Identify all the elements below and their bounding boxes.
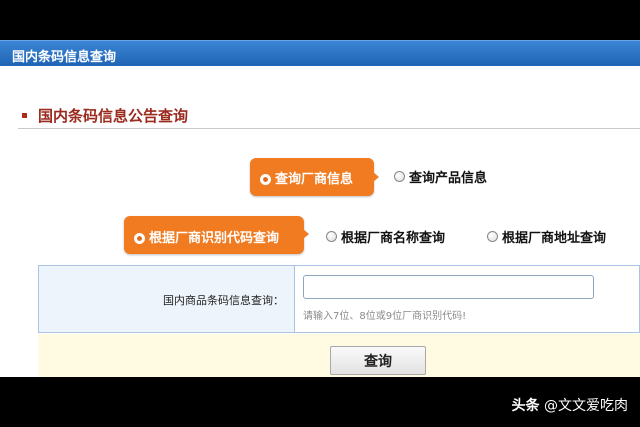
heading-divider xyxy=(18,128,640,129)
watermark: 头条 @文文爱吃肉 xyxy=(512,395,628,415)
radio-query-company[interactable]: 查询厂商信息 xyxy=(250,158,379,196)
button-area: 查询 xyxy=(38,334,640,377)
section-heading: 国内条码信息公告查询 xyxy=(0,104,640,134)
radio-by-address[interactable]: 根据厂商地址查询 xyxy=(487,226,606,246)
form-label-cell: 国内商品条码信息查询： xyxy=(39,266,295,332)
radio-checked-icon[interactable] xyxy=(260,174,271,185)
radio-checked-icon[interactable] xyxy=(134,233,145,244)
section-heading-text: 国内条码信息公告查询 xyxy=(38,107,189,125)
radio-by-name-label: 根据厂商名称查询 xyxy=(341,231,446,246)
screenshot-stage: 国内条码信息查询 国内条码信息公告查询 查询厂商信息 查询产品信息 根据厂商识别… xyxy=(0,0,640,427)
radio-unchecked-icon[interactable] xyxy=(394,171,405,182)
query-button[interactable]: 查询 xyxy=(330,346,426,375)
radio-unchecked-icon[interactable] xyxy=(326,231,337,242)
radio-query-product[interactable]: 查询产品信息 xyxy=(394,166,487,186)
radio-by-name[interactable]: 根据厂商名称查询 xyxy=(326,226,445,246)
radio-query-product-label: 查询产品信息 xyxy=(409,171,488,186)
radio-unchecked-icon[interactable] xyxy=(487,231,498,242)
watermark-brand: 头条 xyxy=(511,398,540,414)
page-title: 国内条码信息查询 xyxy=(12,50,117,65)
query-form: 国内商品条码信息查询： 请输入7位、8位或9位厂商识别代码! xyxy=(38,265,640,333)
page-title-bar: 国内条码信息查询 xyxy=(0,40,640,66)
field-label: 国内商品条码信息查询： xyxy=(163,294,284,307)
radio-by-address-label: 根据厂商地址查询 xyxy=(502,231,607,246)
radio-by-code-label: 根据厂商识别代码查询 xyxy=(149,231,280,246)
radio-query-company-label: 查询厂商信息 xyxy=(275,172,354,187)
input-hint: 请输入7位、8位或9位厂商识别代码! xyxy=(303,311,467,322)
square-bullet-icon xyxy=(22,113,27,118)
barcode-query-input[interactable] xyxy=(303,275,594,299)
watermark-handle: @文文爱吃肉 xyxy=(544,398,628,414)
radio-by-code[interactable]: 根据厂商识别代码查询 xyxy=(124,216,309,254)
browser-page: 国内条码信息查询 国内条码信息公告查询 查询厂商信息 查询产品信息 根据厂商识别… xyxy=(0,40,640,377)
